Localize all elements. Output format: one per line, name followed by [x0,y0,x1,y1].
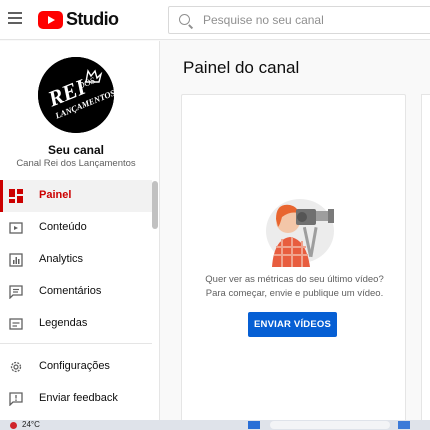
channel-avatar[interactable]: REI DOS LANÇAMENTOS [38,57,114,133]
channel-name[interactable]: Canal Rei dos Lançamentos [0,158,152,169]
sidebar-divider [0,343,152,344]
temperature: 24°C [22,420,40,429]
empty-state-line2: Para começar, envie e publique um vídeo. [205,288,384,299]
sidebar-item-settings[interactable]: Configurações [0,351,152,383]
youtube-studio-logo[interactable]: Studio [38,9,119,30]
top-bar: Studio [0,0,430,40]
page-title: Painel do canal [183,58,300,77]
os-taskbar: 24°C [0,420,430,430]
latest-video-card: Quer ver as métricas do seu último vídeo… [181,94,406,424]
sidebar-item-label: Legendas [39,317,88,329]
analytics-icon [9,253,23,267]
empty-state-text: Quer ver as métricas do seu último vídeo… [190,273,399,301]
weather-icon[interactable] [10,422,17,429]
camera-person-illustration [266,199,334,267]
taskbar-app-icon[interactable] [398,421,410,429]
sidebar-item-label: Comentários [39,285,102,297]
sidebar-item-label: Analytics [39,253,84,265]
sidebar: REI DOS LANÇAMENTOS Seu canal Canal Rei … [0,41,160,420]
subtitles-icon [9,318,23,330]
youtube-logo-icon [38,10,63,29]
upload-videos-button[interactable]: ENVIAR VÍDEOS [248,312,337,337]
search-input[interactable] [203,11,403,29]
sidebar-item-content[interactable]: Conteúdo [0,212,152,244]
empty-state-line1: Quer ver as métricas do seu último vídeo… [205,274,384,285]
channel-label: Seu canal [47,143,105,157]
sidebar-item-feedback[interactable]: Enviar feedback [0,383,152,415]
settings-icon [10,361,22,373]
dashboard-icon [9,189,23,203]
feedback-icon [9,392,23,406]
taskbar-search-icon[interactable] [270,421,390,429]
sidebar-item-subtitles[interactable]: Legendas [0,308,152,340]
sidebar-item-label: Conteúdo [39,221,87,233]
sidebar-scrollbar[interactable] [152,181,158,229]
sidebar-item-dashboard[interactable]: Painel [0,180,152,212]
sidebar-item-analytics[interactable]: Analytics [0,244,152,276]
windows-start-icon[interactable] [248,421,260,429]
sidebar-item-label: Configurações [39,360,110,372]
secondary-card [421,94,430,424]
sidebar-item-comments[interactable]: Comentários [0,276,152,308]
sidebar-item-label: Painel [39,189,72,201]
logo-text: Studio [66,9,119,29]
search-box[interactable] [168,6,430,34]
content-icon [9,222,23,234]
menu-icon[interactable] [8,12,22,24]
search-icon[interactable] [179,14,190,25]
comments-icon [9,285,23,299]
sidebar-item-label: Enviar feedback [39,392,118,404]
channel-logo-icon: REI DOS LANÇAMENTOS [38,57,114,133]
